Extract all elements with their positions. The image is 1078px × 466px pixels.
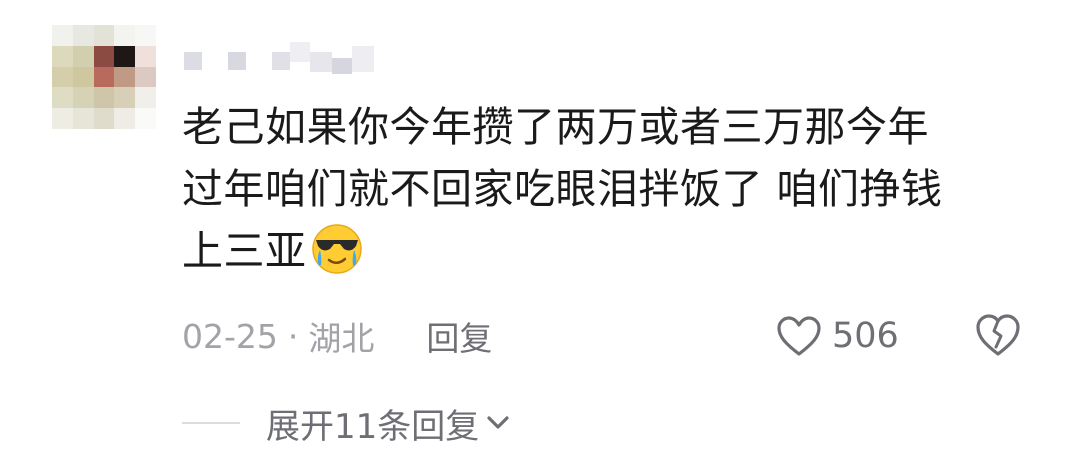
cool-crying-face-emoji-icon: [311, 224, 362, 274]
comment-text-line: 上三亚: [182, 220, 1042, 282]
expand-replies-label: 展开11条回复: [266, 406, 480, 447]
expand-replies-row: 展开11条回复: [182, 398, 513, 448]
chevron-down-icon: [487, 416, 509, 429]
comment-text-line: 老己如果你今年攒了两万或者三万那今年: [182, 103, 929, 151]
broken-heart-icon[interactable]: [974, 311, 1022, 359]
reply-button[interactable]: 回复: [426, 312, 492, 360]
like-count: 506: [832, 316, 899, 356]
username[interactable]: [184, 42, 384, 78]
comment-location: 湖北: [308, 319, 375, 358]
heart-outline-icon: [777, 316, 821, 356]
comment-meta: 02-25 · 湖北 回复: [182, 310, 492, 362]
divider-line: [182, 422, 240, 424]
avatar[interactable]: [52, 25, 156, 129]
comment-text-line: 过年咱们就不回家吃眼泪拌饭了 咱们挣钱: [182, 165, 943, 213]
comment-item: 老己如果你今年攒了两万或者三万那今年 过年咱们就不回家吃眼泪拌饭了 咱们挣钱 上…: [0, 0, 1078, 466]
expand-replies-button[interactable]: 展开11条回复: [266, 399, 513, 448]
comment-text: 老己如果你今年攒了两万或者三万那今年 过年咱们就不回家吃眼泪拌饭了 咱们挣钱 上…: [182, 96, 1042, 282]
comment-date: 02-25: [182, 316, 278, 356]
like-button[interactable]: 506: [776, 310, 899, 362]
meta-separator: ·: [287, 316, 299, 356]
